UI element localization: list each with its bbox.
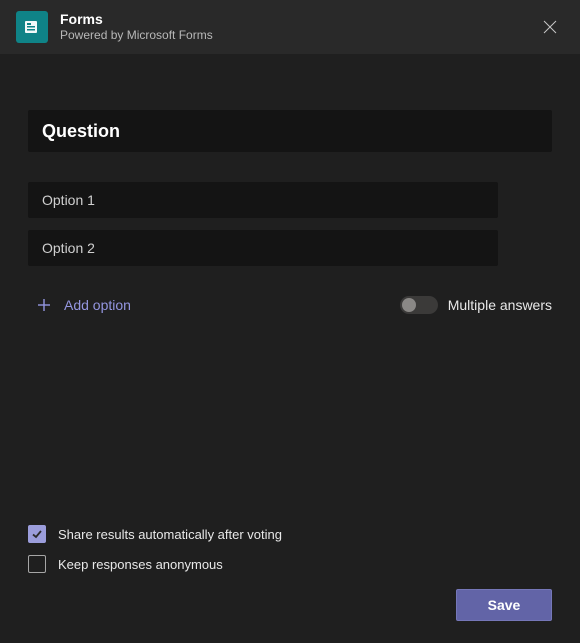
- add-option-button[interactable]: Add option: [28, 297, 131, 313]
- close-button[interactable]: [536, 13, 564, 41]
- multiple-answers-label: Multiple answers: [448, 297, 552, 313]
- multiple-answers-control: Multiple answers: [400, 296, 552, 314]
- header-text: Forms Powered by Microsoft Forms: [60, 11, 536, 43]
- multiple-answers-toggle[interactable]: [400, 296, 438, 314]
- toggle-knob: [402, 298, 416, 312]
- dialog-footer: Share results automatically after voting…: [0, 525, 580, 643]
- dialog-header: Forms Powered by Microsoft Forms: [0, 0, 580, 54]
- plus-icon: [36, 297, 52, 313]
- anonymous-checkbox[interactable]: [28, 555, 46, 573]
- option-input[interactable]: [28, 182, 498, 218]
- save-button[interactable]: Save: [456, 589, 552, 621]
- dialog-body: Add option Multiple answers: [0, 54, 580, 525]
- options-list: [28, 182, 552, 278]
- options-actions-row: Add option Multiple answers: [28, 296, 552, 314]
- add-option-label: Add option: [64, 297, 131, 313]
- close-icon: [543, 20, 557, 34]
- share-results-checkbox[interactable]: [28, 525, 46, 543]
- share-results-row: Share results automatically after voting: [28, 525, 552, 543]
- question-input[interactable]: [28, 110, 552, 152]
- button-row: Save: [28, 589, 552, 621]
- forms-app-icon: [16, 11, 48, 43]
- option-input[interactable]: [28, 230, 498, 266]
- checkmark-icon: [31, 528, 43, 540]
- anonymous-label: Keep responses anonymous: [58, 557, 223, 572]
- anonymous-row: Keep responses anonymous: [28, 555, 552, 573]
- app-subtitle: Powered by Microsoft Forms: [60, 28, 536, 44]
- app-title: Forms: [60, 11, 536, 28]
- forms-glyph-icon: [23, 18, 41, 36]
- share-results-label: Share results automatically after voting: [58, 527, 282, 542]
